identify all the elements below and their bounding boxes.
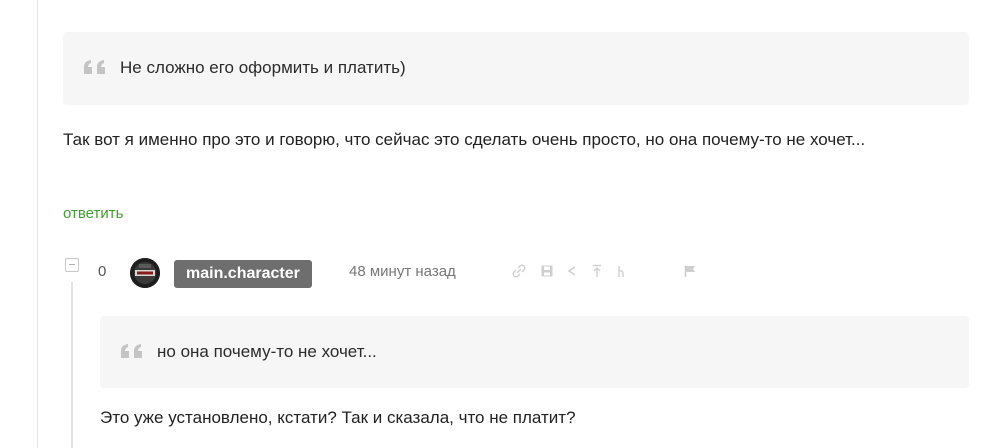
comment-score: 0	[98, 263, 107, 280]
quote-icon	[121, 344, 142, 358]
left-thread-rule	[37, 0, 38, 448]
go-to-root-icon[interactable]	[614, 264, 628, 278]
quote-icon	[84, 60, 105, 74]
username-badge[interactable]: main.character	[174, 260, 312, 288]
quote-block: Не сложно его оформить и платить)	[63, 32, 969, 105]
avatar-image	[130, 258, 160, 288]
thread-line[interactable]	[71, 282, 73, 448]
save-icon[interactable]	[540, 264, 554, 278]
comments-page: Не сложно его оформить и платить) Так во…	[0, 0, 989, 448]
go-to-parent-icon[interactable]	[590, 264, 604, 278]
reply-link[interactable]: ответить	[63, 205, 123, 222]
collapse-thread-button[interactable]	[65, 258, 79, 272]
report-flag-icon[interactable]	[683, 264, 697, 278]
quote-text: но она почему-то не хочет...	[157, 342, 377, 361]
avatar[interactable]	[130, 258, 160, 288]
share-icon[interactable]	[565, 264, 579, 278]
comment-timestamp[interactable]: 48 минут назад	[349, 263, 456, 280]
comment-body: Так вот я именно про это и говорю, что с…	[63, 130, 866, 149]
quote-text: Не сложно его оформить и платить)	[120, 58, 406, 77]
link-icon[interactable]	[512, 264, 526, 278]
reply-body: Это уже установлено, кстати? Так и сказа…	[100, 408, 576, 427]
quote-block: но она почему-то не хочет...	[100, 316, 969, 388]
